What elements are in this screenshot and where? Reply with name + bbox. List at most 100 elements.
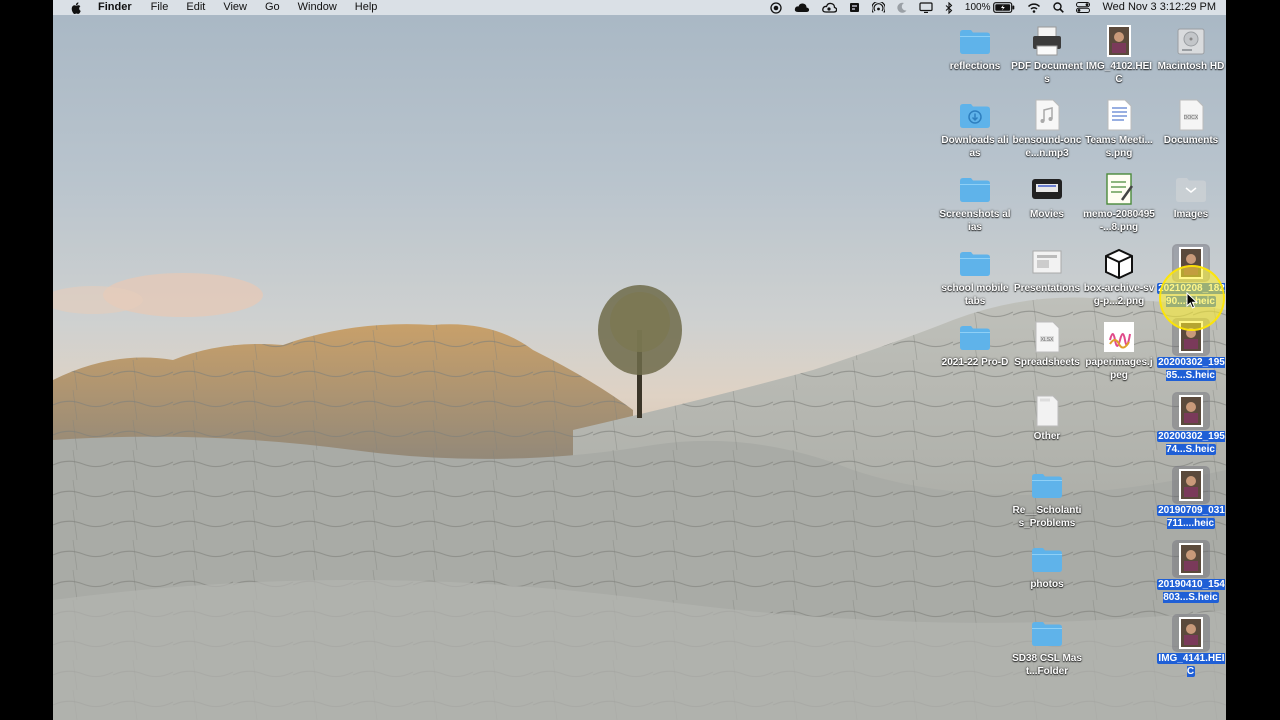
- desktop-icon-label-text: 20190410_154803...S.heic: [1157, 579, 1225, 603]
- audio-icon: [1030, 98, 1064, 132]
- airdrop-icon[interactable]: [871, 1, 885, 14]
- spotlight-search-icon[interactable]: [1053, 2, 1065, 13]
- desktop-icon-label: IMG_4102.HEIC: [1083, 60, 1155, 86]
- desktop-icon-label: Screenshots alias: [939, 208, 1011, 234]
- movie-icon: [1030, 172, 1064, 206]
- desktop-icon-label-text: Other: [1033, 431, 1061, 442]
- menu-window[interactable]: Window: [298, 0, 337, 15]
- desktop-icon-label: Downloads alias: [939, 134, 1011, 160]
- photo-icon: [1102, 24, 1136, 58]
- desktop-icon-label: school mobile tabs: [939, 282, 1011, 308]
- desktop-icon-label-text: bensound-once...n.mp3: [1012, 135, 1082, 159]
- desktop-icon-label-text: IMG_4141.HEIC: [1157, 653, 1225, 677]
- menu-bar: Finder File Edit View Go Window Help 100…: [53, 0, 1226, 15]
- desktop-icon-label-text: Screenshots alias: [939, 209, 1011, 233]
- other-icon: [1030, 394, 1064, 428]
- photo-icon: [1172, 392, 1210, 430]
- desktop-icon-label-text: Spreadsheets: [1014, 357, 1080, 368]
- presentation-icon: [1030, 246, 1064, 280]
- doc-icon: [1102, 98, 1136, 132]
- desktop-icon-label: Re__Scholantis_Problems: [1011, 504, 1083, 530]
- desktop-icon-label-text: 20190709_031711....heic: [1157, 505, 1225, 529]
- memo-icon: [1102, 172, 1136, 206]
- drive-icon: [1174, 24, 1208, 58]
- desktop-icon-label: memo-2080495-...8.png: [1083, 208, 1155, 234]
- menu-app-finder[interactable]: Finder: [98, 0, 132, 15]
- desktop-icon-label: PDF Documents: [1011, 60, 1083, 86]
- desktop-icon-label-text: Presentations: [1013, 283, 1081, 294]
- desktop-icon-label-text: paperimages.jpeg: [1085, 357, 1153, 381]
- menu-view[interactable]: View: [223, 0, 247, 15]
- record-icon[interactable]: [770, 1, 782, 14]
- control-center-icon[interactable]: [1076, 2, 1091, 13]
- cloud-icon[interactable]: [794, 2, 810, 13]
- menubar-clock[interactable]: Wed Nov 3 3:12:29 PM: [1102, 0, 1216, 15]
- desktop-icon-label: SD38 CSL Mast...Folder: [1011, 652, 1083, 678]
- folder-icon: [958, 320, 992, 354]
- desktop-icon-label-text: 2021-22 Pro-D: [941, 357, 1009, 368]
- desktop-icon-label: 20190410_154803...S.heic: [1155, 578, 1227, 604]
- menu-file[interactable]: File: [151, 0, 169, 15]
- desktop-icon-label: bensound-once...n.mp3: [1011, 134, 1083, 160]
- folder-icon: [958, 172, 992, 206]
- folder-icon: [1030, 542, 1064, 576]
- desktop-icon-label: photos: [1011, 578, 1083, 591]
- box-icon: [1102, 246, 1136, 280]
- desktop-icon-label: Presentations: [1011, 282, 1083, 295]
- moon-icon[interactable]: [897, 2, 907, 13]
- docx-icon: DOCX: [1174, 98, 1208, 132]
- downloads-folder-icon: [958, 98, 992, 132]
- menu-go[interactable]: Go: [265, 0, 280, 15]
- wifi-icon[interactable]: [1027, 2, 1041, 13]
- folder-icon: [1030, 616, 1064, 650]
- battery-percent: 100%: [964, 2, 991, 13]
- desktop-icon-label: Images: [1155, 208, 1227, 221]
- desktop-icon-label-text: IMG_4102.HEIC: [1085, 61, 1153, 85]
- desktop-icon-label: paperimages.jpeg: [1083, 356, 1155, 382]
- paper-icon: [1102, 320, 1136, 354]
- desktop-icon-label-text: Movies: [1030, 209, 1064, 220]
- empty-folder-icon: [1174, 172, 1208, 206]
- desktop-icon-label: Other: [1011, 430, 1083, 443]
- desktop-icon-label: box-archive-svg-p...2.png: [1083, 282, 1155, 308]
- svg-text:XLSX: XLSX: [1041, 337, 1054, 343]
- photo-icon: [1172, 466, 1210, 504]
- desktop-icon-label-text: memo-2080495-...8.png: [1083, 209, 1155, 233]
- folder-icon: [958, 246, 992, 280]
- menu-help[interactable]: Help: [355, 0, 378, 15]
- desktop-icon-label-text: PDF Documents: [1011, 61, 1083, 85]
- desktop-icon-label: Documents: [1155, 134, 1227, 147]
- battery-status[interactable]: 100%: [965, 0, 1016, 15]
- desktop-icon-label-text: school mobile tabs: [941, 283, 1009, 307]
- desktop-icon-label-text: Images: [1173, 209, 1209, 220]
- creative-cloud-icon[interactable]: [822, 2, 837, 13]
- bluetooth-icon[interactable]: [945, 1, 953, 14]
- desktop-icon-label: 20200302_19574...S.heic: [1155, 430, 1227, 456]
- desktop-icon-label: IMG_4141.HEIC: [1155, 652, 1227, 678]
- spreadsheet-icon: XLSX: [1030, 320, 1064, 354]
- desktop-icon-label-text: photos: [1030, 579, 1064, 590]
- apple-menu-icon[interactable]: [69, 0, 83, 15]
- photo-icon: [1172, 614, 1210, 652]
- battery-icon: [993, 2, 1015, 13]
- desktop-icon-label-text: Macintosh HD: [1157, 61, 1225, 72]
- desktop-icon-label: Teams Meeti...s.png: [1083, 134, 1155, 160]
- dropbox-icon[interactable]: [849, 2, 860, 13]
- folder-icon: [958, 24, 992, 58]
- desktop-icon-label-text: box-archive-svg-p...2.png: [1083, 283, 1155, 307]
- desktop-icon-label: Movies: [1011, 208, 1083, 221]
- desktop-icon-label: Spreadsheets: [1011, 356, 1083, 369]
- desktop-icon-label-text: Downloads alias: [941, 135, 1009, 159]
- desktop-icon-label: Macintosh HD: [1155, 60, 1227, 73]
- mouse-pointer-icon: [1186, 292, 1198, 309]
- desktop-icon-label: reflections: [939, 60, 1011, 73]
- menu-edit[interactable]: Edit: [186, 0, 205, 15]
- display-icon[interactable]: [919, 2, 933, 13]
- printer-icon: [1030, 24, 1064, 58]
- desktop-icon-label-text: Documents: [1163, 135, 1219, 146]
- svg-text:DOCX: DOCX: [1184, 115, 1199, 121]
- desktop-icon-label: 20200302_19585...S.heic: [1155, 356, 1227, 382]
- photo-icon: [1172, 540, 1210, 578]
- desktop-icon-label-text: 20200302_19574...S.heic: [1157, 431, 1225, 455]
- desktop-icon-label-text: Teams Meeti...s.png: [1085, 135, 1153, 159]
